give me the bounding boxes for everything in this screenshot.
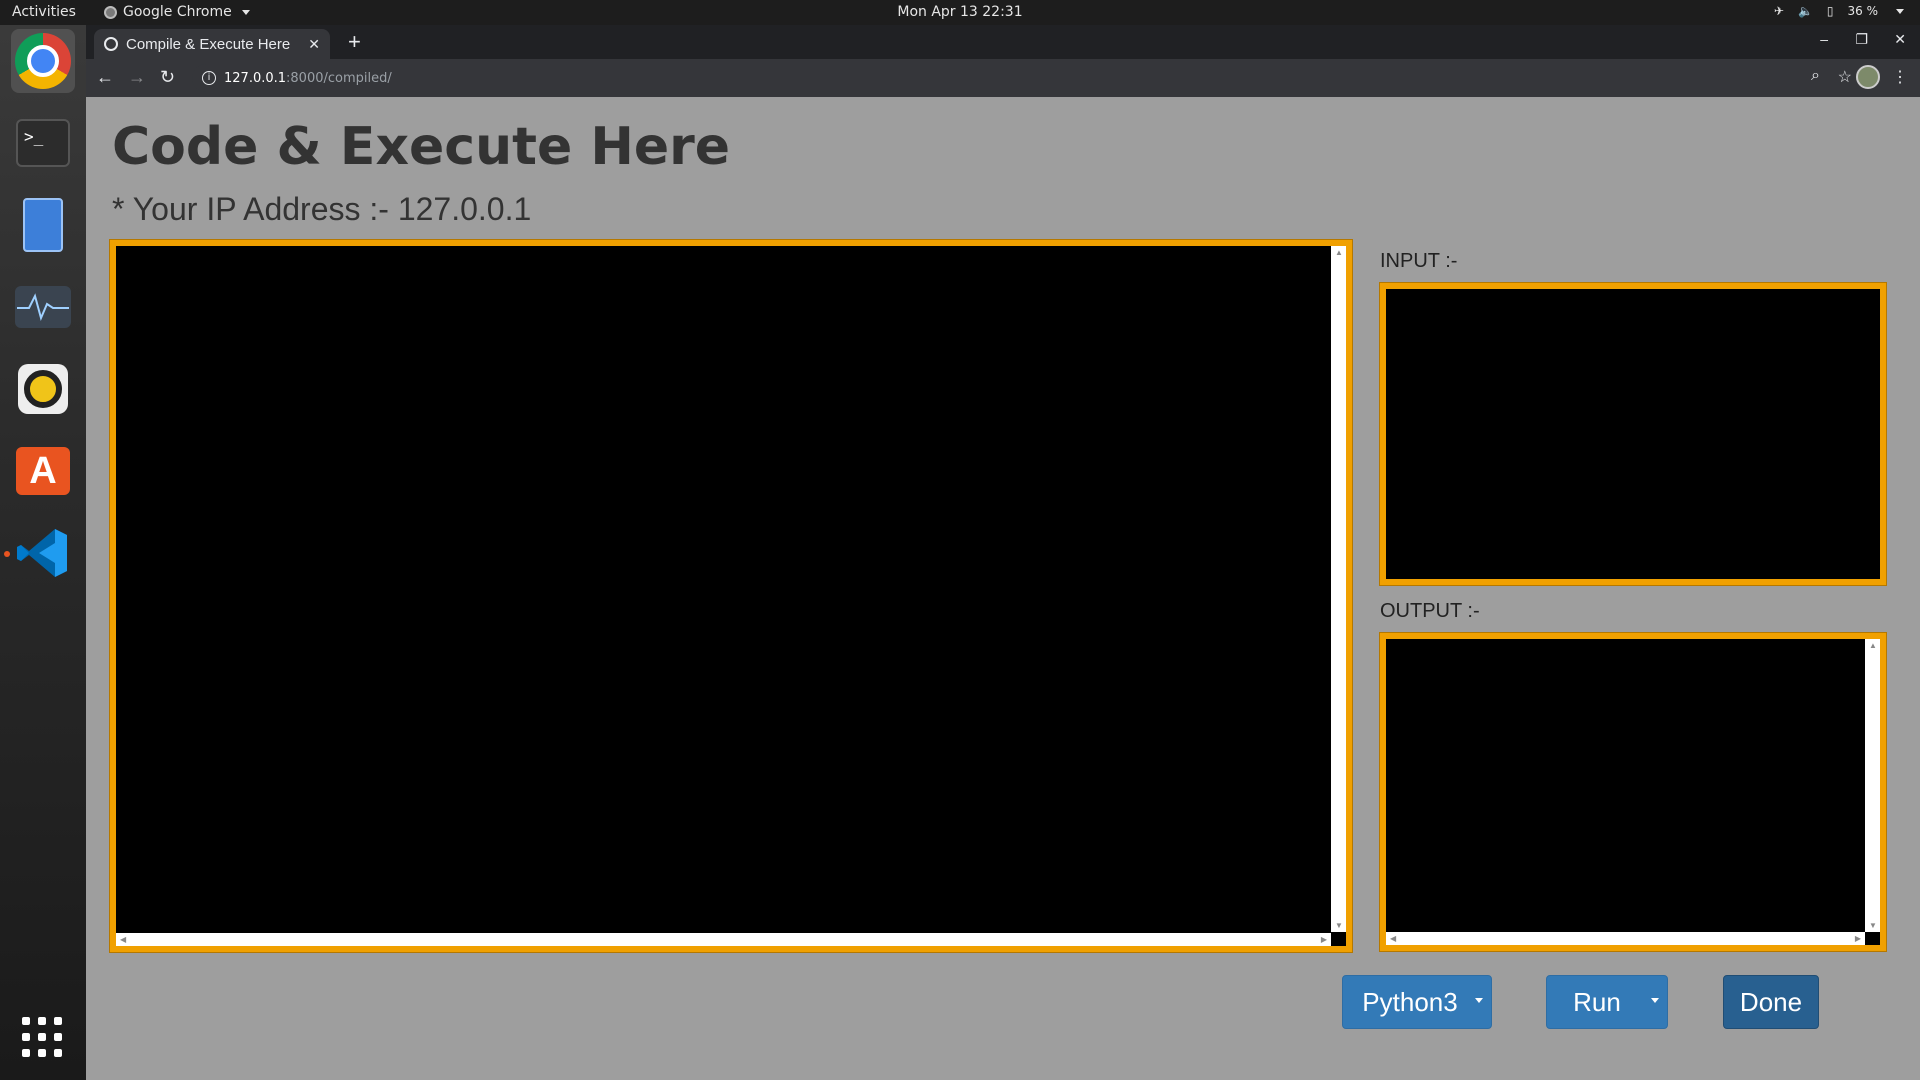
close-tab-icon[interactable]: ✕ (308, 36, 320, 53)
system-tray[interactable]: ✈ 🔈 ▯ 36 % (1774, 4, 1904, 18)
vscode-icon (17, 529, 67, 577)
show-apps-icon[interactable] (22, 1017, 64, 1059)
browser-toolbar: ← → ↻ i 127.0.0.1:8000/compiled/ ⌕ ☆ ⋮ (86, 59, 1920, 97)
kebab-menu-icon[interactable]: ⋮ (1892, 67, 1908, 87)
output-label: OUTPUT :- (1380, 600, 1480, 622)
dock-vscode[interactable] (11, 521, 75, 585)
system-monitor-icon (15, 286, 71, 328)
tab-title: Compile & Execute Here (126, 35, 291, 53)
airplane-icon: ✈ (1773, 4, 1784, 18)
browser-tab[interactable]: Compile & Execute Here ✕ (94, 29, 330, 59)
input-label: INPUT :- (1380, 250, 1458, 272)
battery-icon: ▯ (1826, 4, 1834, 18)
maximize-button[interactable]: ❐ (1855, 31, 1868, 48)
language-select-label: Python3 (1362, 986, 1458, 1017)
done-button[interactable]: Done (1723, 975, 1819, 1029)
page-content: Code & Execute Here * Your IP Address :-… (86, 97, 1920, 1080)
ip-address-text: * Your IP Address :- 127.0.0.1 (112, 191, 532, 227)
scroll-left-icon[interactable]: ◀ (120, 935, 126, 944)
close-window-button[interactable]: ✕ (1894, 31, 1906, 48)
page-title: Code & Execute Here (112, 117, 731, 177)
minimize-button[interactable]: – (1820, 31, 1828, 47)
address-bar[interactable]: i 127.0.0.1:8000/compiled/ (192, 64, 1878, 92)
dock-system-monitor[interactable] (11, 275, 75, 339)
chevron-down-icon (1475, 998, 1483, 1003)
volume-icon: 🔈 (1797, 4, 1813, 18)
reload-icon[interactable]: ↻ (160, 67, 175, 88)
input-textarea[interactable] (1380, 283, 1886, 585)
back-icon[interactable]: ← (96, 67, 114, 88)
system-top-bar: Activities Google Chrome Mon Apr 13 22:3… (0, 0, 1920, 25)
url-host: 127.0.0.1 (224, 70, 287, 86)
profile-avatar[interactable] (1856, 65, 1880, 89)
scroll-up-icon[interactable]: ▲ (1335, 248, 1343, 257)
activities-button[interactable]: Activities (12, 4, 76, 20)
chevron-down-icon (1651, 998, 1659, 1003)
terminal-icon: >_ (16, 119, 70, 167)
new-tab-button[interactable]: + (348, 29, 361, 55)
scroll-down-icon[interactable]: ▼ (1869, 921, 1877, 930)
chevron-down-icon (241, 9, 250, 15)
output-textarea[interactable]: ▲ ▼ ◀ ▶ (1380, 633, 1886, 951)
code-editor[interactable]: ▲ ▼ ◀ ▶ (110, 240, 1352, 952)
software-store-icon: A (16, 447, 70, 495)
dock: >_ A (0, 25, 86, 1080)
battery-percent: 36 % (1847, 4, 1879, 18)
app-menu-label: Google Chrome (123, 4, 232, 20)
bookmark-star-icon[interactable]: ☆ (1838, 67, 1852, 87)
horizontal-scrollbar[interactable]: ◀ ▶ (1386, 932, 1865, 945)
app-menu[interactable]: Google Chrome (104, 4, 250, 20)
running-indicator (4, 551, 10, 557)
vertical-scrollbar[interactable]: ▲ ▼ (1865, 639, 1880, 932)
chrome-icon (15, 33, 71, 89)
files-icon (23, 198, 63, 252)
dock-chrome[interactable] (11, 29, 75, 93)
browser-window: Compile & Execute Here ✕ + – ❐ ✕ ← → ↻ i… (86, 25, 1920, 1080)
horizontal-scrollbar[interactable]: ◀ ▶ (116, 933, 1331, 946)
zoom-icon[interactable]: ⌕ (1811, 67, 1820, 85)
run-button[interactable]: Run (1546, 975, 1668, 1029)
scroll-left-icon[interactable]: ◀ (1390, 934, 1396, 943)
dock-files[interactable] (11, 193, 75, 257)
dock-terminal[interactable]: >_ (11, 111, 75, 175)
rhythmbox-icon (18, 364, 68, 414)
tab-strip: Compile & Execute Here ✕ + – ❐ ✕ (86, 25, 1920, 59)
scroll-right-icon[interactable]: ▶ (1855, 934, 1861, 943)
chrome-small-icon (104, 5, 117, 19)
scroll-up-icon[interactable]: ▲ (1869, 641, 1877, 650)
dock-software[interactable]: A (11, 439, 75, 503)
language-select-button[interactable]: Python3 (1342, 975, 1492, 1029)
dock-rhythmbox[interactable] (11, 357, 75, 421)
chevron-down-icon (1896, 8, 1904, 14)
url-path: :8000/compiled/ (286, 70, 392, 86)
scroll-right-icon[interactable]: ▶ (1321, 935, 1327, 944)
forward-icon[interactable]: → (128, 67, 146, 88)
run-button-label: Run (1573, 986, 1621, 1017)
globe-icon (104, 37, 118, 51)
scroll-down-icon[interactable]: ▼ (1335, 921, 1343, 930)
vertical-scrollbar[interactable]: ▲ ▼ (1331, 246, 1346, 932)
info-icon[interactable]: i (202, 71, 216, 85)
clock[interactable]: Mon Apr 13 22:31 (897, 4, 1022, 20)
